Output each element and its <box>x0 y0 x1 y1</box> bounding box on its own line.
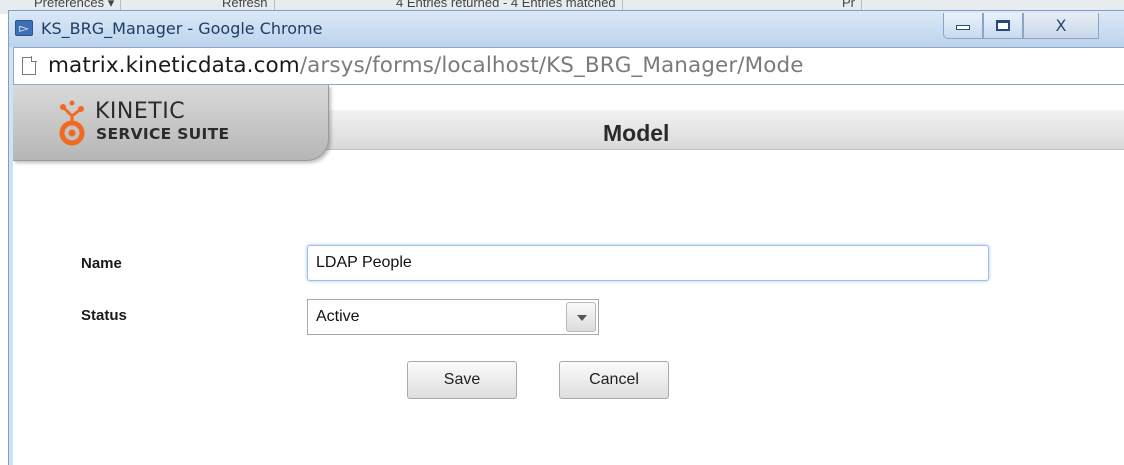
page-content: Model KINETIC SERVICE SUITE Name Status … <box>13 85 1124 465</box>
chrome-popup-window: ▻ KS_BRG_Manager - Google Chrome X matri… <box>8 10 1124 465</box>
kinetic-logo-tab: KINETIC SERVICE SUITE <box>13 85 329 161</box>
window-titlebar[interactable]: ▻ KS_BRG_Manager - Google Chrome X <box>9 11 1124 47</box>
chevron-down-icon[interactable] <box>566 302 596 332</box>
url-text[interactable]: matrix.kineticdata.com/arsys/forms/local… <box>48 53 804 78</box>
kinetic-logo-icon <box>59 100 85 146</box>
window-controls: X <box>943 13 1124 39</box>
status-select[interactable]: Active <box>307 299 599 335</box>
close-icon: X <box>1055 16 1067 35</box>
logo-text-kinetic: KINETIC <box>95 99 186 124</box>
window-title: KS_BRG_Manager - Google Chrome <box>41 19 323 38</box>
page-icon <box>22 56 37 75</box>
close-button[interactable]: X <box>1023 13 1099 39</box>
name-label: Name <box>81 255 122 272</box>
save-button[interactable]: Save <box>407 361 517 399</box>
status-label: Status <box>81 307 127 324</box>
maximize-button[interactable] <box>983 13 1023 39</box>
url-host: matrix.kineticdata.com <box>48 53 300 78</box>
logo-text-service-suite: SERVICE SUITE <box>96 125 230 143</box>
minimize-icon <box>956 25 970 30</box>
url-path: /arsys/forms/localhost/KS_BRG_Manager/Mo… <box>299 53 804 78</box>
minimize-button[interactable] <box>943 13 983 39</box>
page-title: Model <box>603 120 670 146</box>
address-bar[interactable]: matrix.kineticdata.com/arsys/forms/local… <box>13 47 1124 85</box>
status-selected-value: Active <box>316 308 360 325</box>
name-input[interactable] <box>307 245 989 281</box>
chrome-app-icon: ▻ <box>15 20 33 36</box>
cancel-button[interactable]: Cancel <box>559 361 669 399</box>
maximize-icon <box>996 20 1010 31</box>
